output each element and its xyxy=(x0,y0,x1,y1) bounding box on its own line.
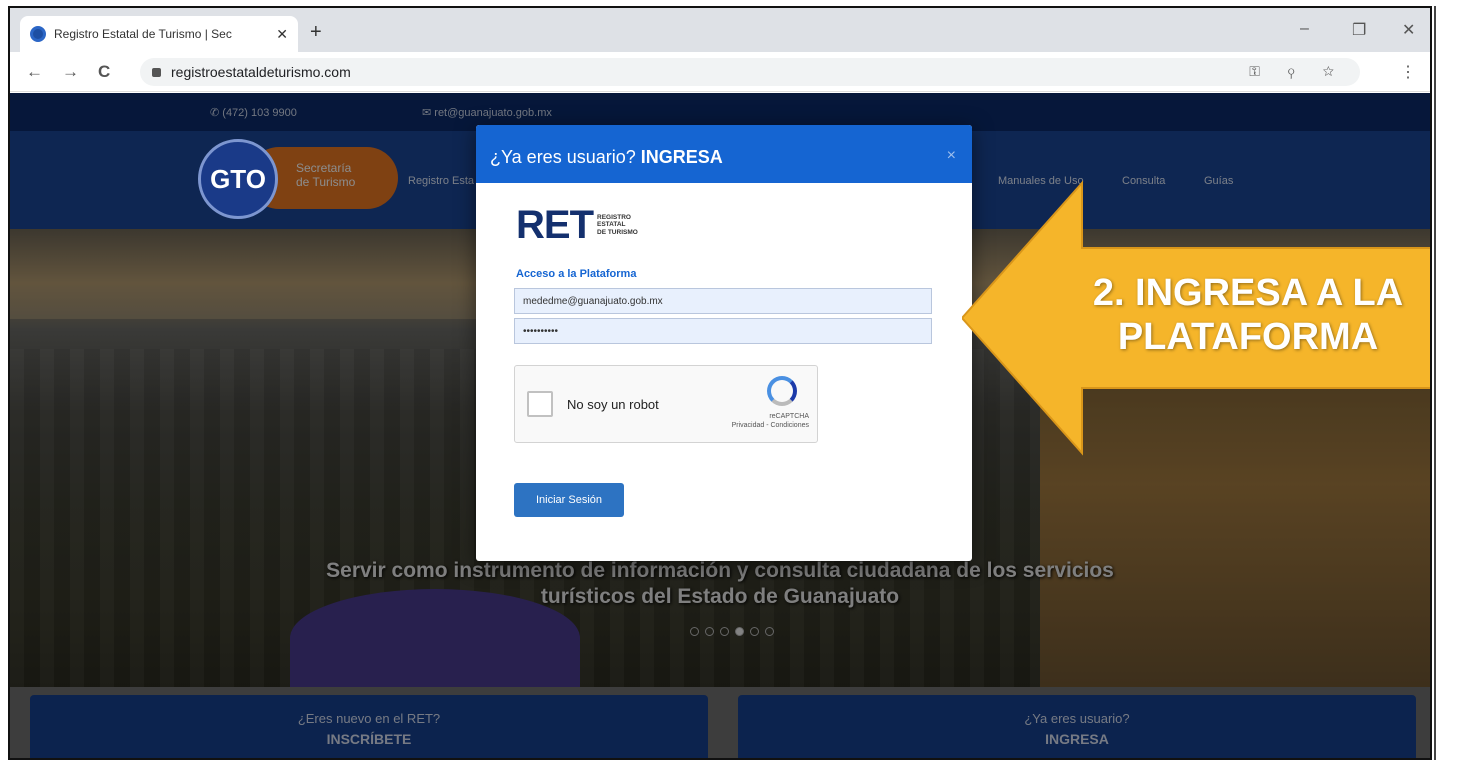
recaptcha-label: No soy un robot xyxy=(567,397,659,412)
callout-line-2: PLATAFORMA xyxy=(1117,316,1379,358)
url-text[interactable]: registroestataldeturismo.com xyxy=(171,64,351,80)
ret-sub-1: REGISTRO xyxy=(597,213,631,221)
ret-sub-2: ESTATAL xyxy=(597,221,626,229)
window-close-button[interactable]: ✕ xyxy=(1402,20,1415,40)
ret-logo-text: RET xyxy=(516,203,594,247)
minimize-button[interactable]: – xyxy=(1300,20,1309,38)
recaptcha-widget: No soy un robot reCAPTCHA Privacidad - C… xyxy=(514,365,818,443)
reload-button[interactable]: C xyxy=(98,62,110,82)
browser-toolbar: ← → C registroestataldeturismo.com ⚿ ⚲ ☆… xyxy=(10,52,1430,92)
recaptcha-brand: reCAPTCHA Privacidad - Condiciones xyxy=(732,412,809,430)
maximize-button[interactable]: ❐ xyxy=(1352,20,1366,40)
back-button[interactable]: ← xyxy=(26,62,43,82)
modal-close-icon[interactable]: × xyxy=(947,147,956,165)
recaptcha-links[interactable]: Privacidad - Condiciones xyxy=(732,421,809,430)
login-button[interactable]: Iniciar Sesión xyxy=(514,483,624,517)
browser-tab[interactable]: Registro Estatal de Turismo | Sec ✕ xyxy=(20,16,298,52)
address-bar[interactable]: registroestataldeturismo.com ⚿ ⚲ ☆ xyxy=(140,58,1360,86)
modal-header: ¿Ya eres usuario? INGRESA × xyxy=(476,125,972,183)
tab-strip: Registro Estatal de Turismo | Sec ✕ + – … xyxy=(10,8,1430,52)
recaptcha-logo-icon xyxy=(767,376,797,406)
instruction-callout: 2. INGRESA A LA PLATAFORMA xyxy=(962,153,1430,473)
screenshot-edge xyxy=(1434,0,1465,767)
gto-logo-circle: GTO xyxy=(198,139,278,219)
recaptcha-brand-name: reCAPTCHA xyxy=(769,413,809,420)
browser-window: Registro Estatal de Turismo | Sec ✕ + – … xyxy=(8,6,1432,760)
email-field[interactable]: mededme@guanajuato.gob.mx xyxy=(514,288,932,314)
modal-title-bold: INGRESA xyxy=(640,147,723,167)
callout-line-1: 2. INGRESA A LA xyxy=(1092,272,1404,314)
ret-logo-subtitle: REGISTRO ESTATAL DE TURISMO xyxy=(597,214,638,237)
forward-button[interactable]: → xyxy=(62,62,79,82)
recaptcha-checkbox[interactable] xyxy=(527,391,553,417)
login-modal: ¿Ya eres usuario? INGRESA × RET REGISTRO… xyxy=(476,125,972,561)
new-tab-button[interactable]: + xyxy=(310,22,322,42)
lock-icon xyxy=(152,67,161,77)
site-favicon-icon xyxy=(30,26,46,42)
ret-logo: RET REGISTRO ESTATAL DE TURISMO xyxy=(516,205,638,245)
tab-close-icon[interactable]: ✕ xyxy=(276,26,288,43)
omnibox-icons[interactable]: ⚿ ⚲ ☆ xyxy=(1249,63,1346,80)
ret-sub-3: DE TURISMO xyxy=(597,228,638,236)
password-field[interactable]: •••••••••• xyxy=(514,318,932,344)
browser-menu-icon[interactable]: ⋮ xyxy=(1400,62,1416,82)
callout-text: 2. INGRESA A LA PLATAFORMA xyxy=(1058,271,1430,359)
tab-title: Registro Estatal de Turismo | Sec xyxy=(54,27,232,41)
access-label: Acceso a la Plataforma xyxy=(516,268,637,280)
modal-title-prefix: ¿Ya eres usuario? xyxy=(490,147,641,167)
